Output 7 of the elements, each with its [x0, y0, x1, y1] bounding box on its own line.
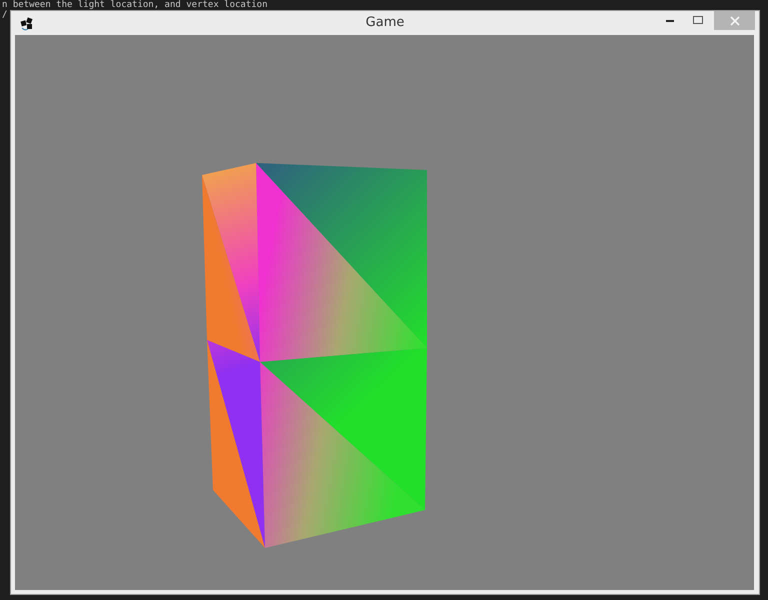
code-line: n between the light location, and vertex location — [2, 0, 268, 10]
close-icon — [730, 16, 740, 26]
app-icon — [19, 15, 35, 31]
maximize-icon — [693, 16, 703, 25]
minimize-icon — [666, 19, 674, 22]
window-title: Game — [366, 18, 404, 28]
code-line: / — [2, 10, 8, 20]
